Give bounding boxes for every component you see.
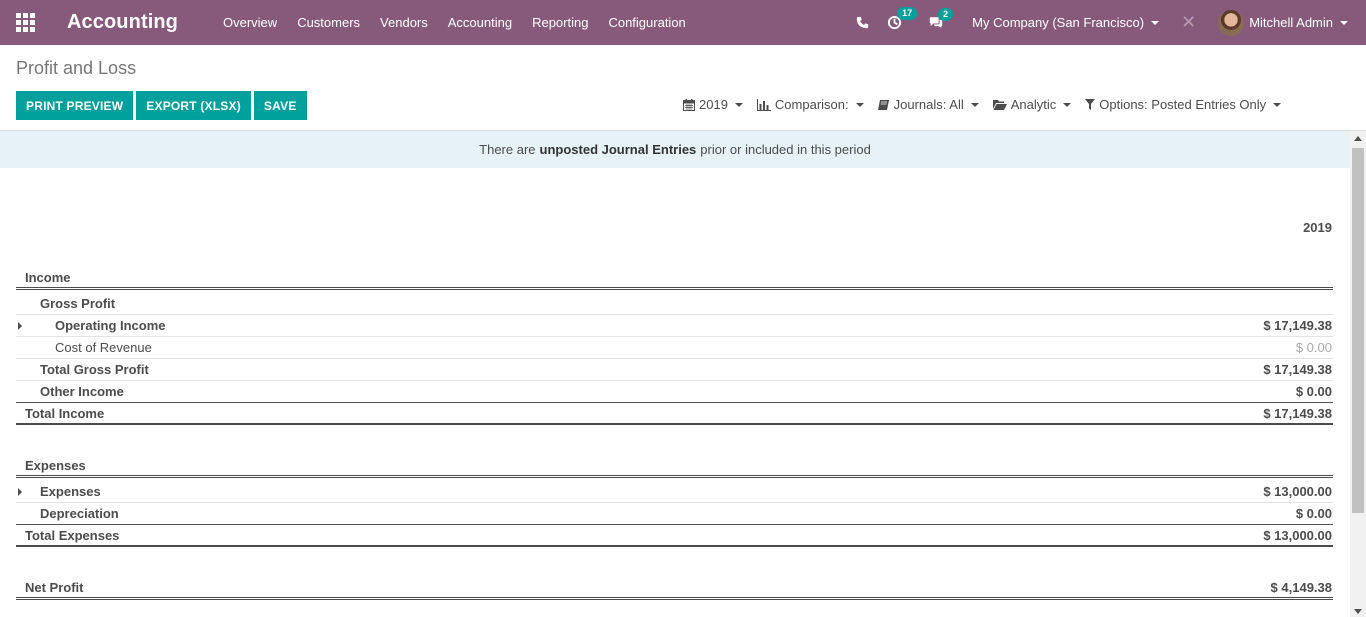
report-row-net-profit: Net Profit $ 4,149.38 — [16, 578, 1333, 600]
report-filters: 2019 Comparison: Journals: All Analytic … — [683, 97, 1295, 112]
options-filter[interactable]: Options: Posted Entries Only — [1085, 97, 1282, 112]
row-label: Total Gross Profit — [40, 362, 149, 377]
date-filter[interactable]: 2019 — [683, 97, 743, 112]
messages-icon[interactable]: 2 — [928, 7, 954, 30]
chevron-down-icon — [1063, 102, 1072, 107]
row-value: $ 17,149.38 — [1263, 405, 1332, 421]
scroll-thumb[interactable] — [1352, 148, 1364, 513]
alert-emphasis[interactable]: unposted Journal Entries — [540, 142, 697, 157]
row-value: $ 13,000.00 — [1263, 527, 1332, 543]
row-label: Total Income — [25, 405, 105, 421]
bar-chart-icon — [756, 98, 771, 111]
folder-open-icon — [992, 100, 1007, 110]
comparison-filter[interactable]: Comparison: — [756, 97, 864, 112]
message-count-badge: 2 — [938, 7, 954, 21]
report-row-total-expenses: Total Expenses $ 13,000.00 — [16, 525, 1333, 547]
activity-icon[interactable]: 17 — [887, 7, 918, 30]
phone-icon[interactable] — [856, 16, 869, 29]
alert-suffix: prior or included in this period — [700, 142, 871, 157]
chevron-down-icon — [970, 102, 979, 107]
analytic-filter-label: Analytic — [1010, 97, 1057, 112]
report-row-operating-income[interactable]: Operating Income $ 17,149.38 — [16, 315, 1333, 337]
menu-configuration[interactable]: Configuration — [608, 15, 685, 30]
scroll-down-icon[interactable] — [1354, 609, 1362, 614]
row-label: Total Expenses — [25, 527, 120, 543]
row-label: Expenses — [25, 458, 86, 473]
caret-right-icon[interactable] — [18, 321, 22, 330]
print-preview-button[interactable]: PRINT PREVIEW — [16, 91, 134, 120]
report-row-other-income: Other Income $ 0.00 — [16, 381, 1333, 403]
menu-overview[interactable]: Overview — [223, 15, 277, 30]
company-name: My Company (San Francisco) — [972, 15, 1145, 30]
journals-filter-label: Journals: All — [893, 97, 964, 112]
user-menu[interactable]: Mitchell Admin — [1218, 9, 1348, 36]
unposted-entries-alert: There are unposted Journal Entries prior… — [0, 131, 1350, 168]
row-label: Other Income — [40, 384, 124, 399]
column-header-2019: 2019 — [1303, 220, 1332, 235]
report-row-total-income: Total Income $ 17,149.38 — [16, 403, 1333, 425]
book-icon — [877, 99, 889, 110]
caret-right-icon[interactable] — [18, 487, 22, 496]
chevron-down-icon — [1340, 20, 1348, 25]
navbar-systray: 17 2 My Company (San Francisco) ✕ Mitche… — [856, 0, 1366, 45]
comparison-filter-label: Comparison: — [774, 97, 849, 112]
chevron-down-icon — [734, 102, 743, 107]
row-label: Income — [25, 270, 71, 285]
row-value: $ 0.00 — [1295, 384, 1332, 399]
row-label: Cost of Revenue — [55, 340, 152, 355]
menu-accounting[interactable]: Accounting — [448, 15, 512, 30]
apps-menu-icon[interactable] — [0, 0, 50, 45]
activity-count-badge: 17 — [897, 7, 918, 20]
main-menu: Overview Customers Vendors Accounting Re… — [223, 15, 706, 30]
vertical-scrollbar[interactable] — [1350, 131, 1366, 617]
company-switcher[interactable]: My Company (San Francisco) — [972, 15, 1160, 30]
row-label[interactable]: Expenses — [40, 484, 101, 499]
row-value: $ 0.00 — [1295, 340, 1332, 355]
options-filter-label: Options: Posted Entries Only — [1099, 97, 1267, 112]
row-value: $ 0.00 — [1295, 506, 1332, 521]
row-label[interactable]: Operating Income — [55, 318, 166, 333]
report-row-depreciation: Depreciation $ 0.00 — [16, 503, 1333, 525]
page-title: Profit and Loss — [16, 58, 137, 78]
user-name: Mitchell Admin — [1249, 15, 1333, 30]
avatar — [1218, 9, 1245, 36]
report-buttons: PRINT PREVIEW EXPORT (XLSX) SAVE — [16, 91, 310, 120]
chevron-down-icon — [1273, 102, 1282, 107]
row-value[interactable]: $ 17,149.38 — [1263, 318, 1332, 333]
date-filter-label: 2019 — [699, 97, 728, 112]
menu-vendors[interactable]: Vendors — [380, 15, 428, 30]
report-row-total-gross-profit: Total Gross Profit $ 17,149.38 — [16, 359, 1333, 381]
row-label: Net Profit — [25, 580, 84, 595]
report-row-gross-profit: Gross Profit — [16, 293, 1333, 315]
menu-reporting[interactable]: Reporting — [532, 15, 588, 30]
filter-icon — [1085, 99, 1096, 110]
report-row-income: Income — [16, 268, 1333, 290]
export-xlsx-button[interactable]: EXPORT (XLSX) — [136, 91, 251, 120]
row-value[interactable]: $ 13,000.00 — [1263, 484, 1332, 499]
journals-filter[interactable]: Journals: All — [877, 97, 979, 112]
alert-prefix: There are — [479, 142, 536, 157]
menu-customers[interactable]: Customers — [297, 15, 360, 30]
scroll-up-icon[interactable] — [1354, 136, 1362, 141]
debug-tools-icon[interactable]: ✕ — [1181, 12, 1196, 33]
save-button[interactable]: SAVE — [253, 91, 307, 120]
chevron-down-icon — [855, 102, 864, 107]
report-row-expenses-header: Expenses — [16, 456, 1333, 478]
row-label: Depreciation — [40, 506, 119, 521]
row-label: Gross Profit — [40, 296, 116, 311]
top-navbar: Accounting Overview Customers Vendors Ac… — [0, 0, 1366, 45]
row-value: $ 4,149.38 — [1270, 580, 1332, 595]
row-value: $ 17,149.38 — [1263, 362, 1332, 377]
report-row-expenses[interactable]: Expenses $ 13,000.00 — [16, 481, 1333, 503]
analytic-filter[interactable]: Analytic — [992, 97, 1072, 112]
chevron-down-icon — [1151, 20, 1160, 25]
report-row-cost-of-revenue: Cost of Revenue $ 0.00 — [16, 337, 1333, 359]
calendar-icon — [683, 98, 695, 111]
app-brand[interactable]: Accounting — [67, 11, 178, 34]
